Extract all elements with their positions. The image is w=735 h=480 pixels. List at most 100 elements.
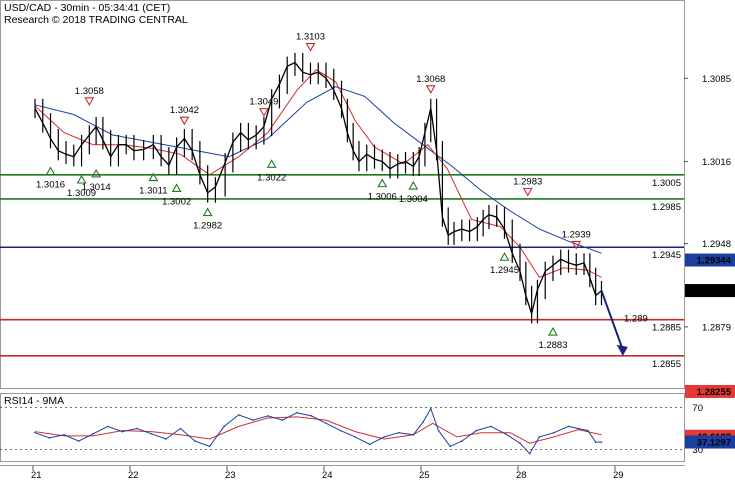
partial-price-label: 1.289: [624, 314, 648, 325]
price-axis-label-3: 1.2879: [702, 322, 731, 333]
pivot-low-label: 1.3011: [139, 186, 167, 197]
rsi-point: [179, 427, 182, 430]
price-box-label-1: 1.28255: [697, 387, 732, 398]
pivot-low-label: 1.3006: [368, 192, 397, 203]
rsi-point: [223, 425, 225, 428]
pivot-high-marker: [84, 97, 95, 106]
chart-subtitle: Research © 2018 TRADING CENTRAL: [4, 14, 188, 26]
pivot-low-label: 1.2883: [538, 340, 567, 351]
rsi-panel: [0, 407, 684, 455]
main-panel-frame: [0, 0, 685, 389]
pivot-low-marker: [408, 180, 419, 190]
price-axis-label-1: 1.3016: [702, 157, 731, 168]
pivot-high-label: 1.2983: [513, 176, 542, 187]
pivot-low-marker: [499, 252, 510, 261]
level-label-1: 1.2985: [652, 202, 681, 213]
rsi-point: [121, 430, 124, 433]
rsi-point: [368, 443, 371, 446]
forecast-arrow-head: [616, 344, 628, 356]
rsi-point: [449, 445, 451, 448]
rsi-point: [519, 442, 521, 445]
time-axis-label-5: 28: [516, 470, 527, 480]
pivot-low-label: 1.3014: [82, 182, 111, 193]
pivot-low-marker: [91, 168, 102, 178]
rsi-point: [354, 436, 356, 438]
pivot-high-marker: [522, 187, 533, 197]
rsi-point: [339, 429, 342, 432]
pivot-low-label: 1.2982: [193, 221, 222, 232]
pivot-high-label: 1.3058: [75, 86, 104, 97]
rsi-point: [422, 421, 424, 424]
rsi-point: [504, 432, 507, 435]
rsi-title: RSI14 - 9MA: [4, 395, 64, 407]
rsi-point: [538, 436, 541, 438]
rsi-moving-average: [34, 416, 602, 444]
usdcad-chart: 1.3005 1.2985 1.2945 1.2885 1.2855 1.3058 1.30…: [0, 0, 735, 480]
rsi-point: [34, 431, 36, 434]
rsi-box-label-1: 37.1297: [697, 438, 731, 449]
rsi-panel-frame: [0, 393, 685, 462]
rsi-axis-label-0: 70: [692, 403, 703, 414]
rsi-point: [281, 419, 284, 421]
rsi-point: [77, 440, 80, 442]
level-label-2: 1.2945: [652, 250, 681, 261]
price-box-label-2: 1.29091: [697, 286, 732, 297]
rsi-point: [267, 415, 269, 417]
rsi-point: [237, 414, 240, 416]
pivot-high-marker: [305, 43, 316, 52]
rsi-point: [567, 425, 570, 428]
rsi-point: [194, 440, 196, 442]
pivot-high-label: 1.3049: [249, 97, 278, 108]
rsi-point: [150, 432, 153, 435]
price-axis-label-2: 1.2948: [702, 239, 731, 250]
pivot-low-marker: [548, 326, 558, 336]
rsi-point: [106, 425, 109, 428]
rsi-point: [252, 419, 255, 421]
rsi-point: [48, 437, 51, 439]
pivot-low-label: 1.2945: [490, 265, 519, 276]
price-box-label-0: 1.29344: [697, 256, 732, 267]
time-axis-label-3: 24: [322, 470, 333, 480]
pivot-low-marker: [377, 178, 388, 188]
pivot-low-marker: [202, 207, 213, 217]
rsi-point: [553, 431, 555, 434]
chart-title: USD/CAD - 30min - 05:34:41 (CET): [4, 2, 170, 14]
rsi-point: [208, 445, 211, 448]
rsi-point: [165, 438, 167, 440]
long-moving-average: [34, 86, 602, 254]
pivot-high-label: 1.2939: [562, 229, 591, 240]
rsi-point: [528, 452, 531, 455]
rsi-point: [136, 427, 138, 430]
pivot-low-label: 1.3016: [36, 180, 65, 191]
price-axis-label-0: 1.3085: [702, 74, 731, 85]
rsi-point: [577, 427, 579, 430]
rsi-point: [412, 434, 415, 436]
level-label-4: 1.2855: [652, 359, 681, 370]
pivot-low-marker: [171, 183, 182, 192]
pivot-low-label: 1.3004: [399, 194, 428, 205]
rsi-line: [34, 407, 602, 455]
short-moving-average: [34, 69, 602, 279]
rsi-point: [461, 440, 463, 442]
rsi-point: [383, 436, 386, 438]
rsi-point: [587, 429, 589, 432]
time-axis-label-0: 21: [31, 470, 42, 480]
rsi-point: [325, 422, 327, 425]
rsi-point: [296, 411, 298, 414]
rsi-point: [92, 432, 94, 435]
rsi-point: [475, 429, 478, 432]
time-axis-label-1: 22: [128, 470, 139, 480]
main-panel: 1.3005 1.2985 1.2945 1.2885 1.2855 1.3058 1.30…: [0, 32, 684, 370]
time-axis-label-2: 23: [225, 470, 236, 480]
rsi-point: [490, 425, 492, 428]
pivot-high-label: 1.3103: [296, 32, 325, 43]
time-axis-label-4: 25: [419, 470, 430, 480]
rsi-point: [437, 429, 440, 432]
level-label-3: 1.2885: [652, 323, 681, 334]
rsi-point: [429, 407, 432, 410]
rsi-point: [397, 431, 400, 434]
pivot-low-marker: [266, 159, 277, 168]
pivot-high-marker: [179, 116, 190, 126]
pivot-high-label: 1.3042: [170, 105, 199, 116]
pivot-high-marker: [425, 85, 436, 94]
